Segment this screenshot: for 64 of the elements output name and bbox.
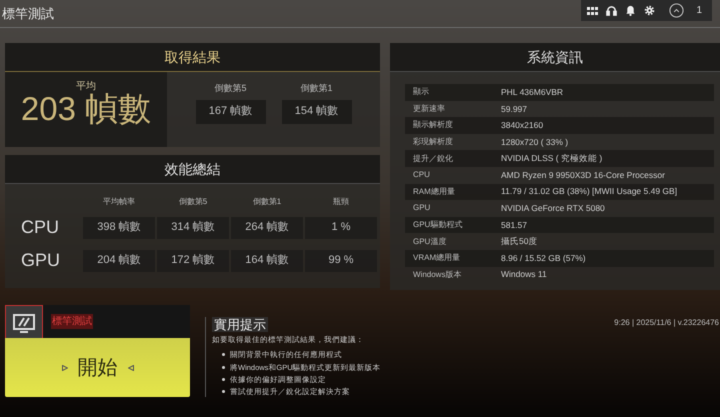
info-value: NVIDIA GeForce RTX 5080 [501,202,605,215]
average-label: 平均 [76,82,96,92]
info-value: 攝氏50度 [501,235,538,248]
table-cell: 172 幀數 [157,250,229,272]
notification-count: 1 [695,4,703,18]
info-value: 3840x2160 [501,119,544,132]
start-button[interactable]: 開始 [5,338,190,397]
panel-title: 效能總結 [164,160,220,178]
component-label: CPU [20,216,60,239]
average-fps: 203 幀數 [20,92,152,125]
table-cell: 314 幀數 [157,216,229,238]
bullet-icon [222,390,225,394]
table-cell: 164 幀數 [231,250,303,272]
info-label: RAM總用量 [412,186,456,198]
component-label: GPU [20,249,62,272]
info-label: CPU [412,169,431,182]
info-value: AMD Ryzen 9 9950X3D 16-Core Processor [501,168,665,182]
info-label: GPU溫度 [412,236,448,248]
table-cell: 99 % [305,250,377,272]
low-fps: 154 幀數 [282,100,352,124]
bell-icon[interactable] [625,5,636,16]
table-cell: 264 幀數 [231,216,303,238]
info-value: 59.997 [501,102,527,116]
info-value: NVIDIA DLSS ( 究極效能 ) [501,152,602,166]
tips-title: 實用提示 [212,317,268,332]
column-header: 倒數第1 [252,196,282,208]
info-label: Windows版本 [412,268,462,281]
info-value: PHL 436M6VBR [501,86,564,99]
info-value: 11.79 / 31.02 GB (38%) [MWII Usage 5.49 GB] [501,185,678,198]
page-title: 標竿測試 [1,5,54,23]
column-header: 瓶頸 [332,196,350,208]
info-value: 1280x720 ( 33% ) [501,136,568,148]
low-label: 倒數第5 [214,82,246,95]
info-label: 顯示 [412,86,430,98]
info-label: GPU [412,202,432,214]
info-label: 彩現解析度 [412,136,454,148]
table-cell: 398 幀數 [83,216,155,238]
triangle-right-icon [62,364,68,370]
info-label: GPU驅動程式 [412,219,464,232]
info-label: 提升／銳化 [412,152,454,165]
benchmark-label: 標竿測試 [51,314,93,329]
info-value: 8.96 / 15.52 GB (57%) [501,252,586,265]
column-header: 平均幀率 [102,196,136,208]
info-label: 顯示解析度 [412,119,454,132]
settings-icon[interactable] [644,5,656,16]
bullet-icon [222,378,225,381]
info-value: 581.57 [501,218,527,232]
headset-icon[interactable] [606,5,618,16]
info-label: VRAM總用量 [412,252,462,264]
info-value: Windows 11 [501,268,547,282]
info-label: 更新速率 [412,102,446,115]
low-label: 倒數第1 [300,82,332,95]
panel-title: 系統資訊 [527,48,583,66]
status-text: 9:26 | 2025/11/6 | v.23226476 [614,317,719,329]
panel-title: 取得結果 [164,48,220,66]
table-cell: 1 % [305,216,377,238]
column-header: 倒數第5 [178,196,208,208]
table-cell: 204 幀數 [83,250,155,272]
grid-icon[interactable] [587,6,598,14]
bullet-icon [222,353,225,356]
chevron-up-icon[interactable] [669,3,684,18]
triangle-left-icon [128,364,134,370]
low-fps: 167 幀數 [196,100,266,124]
bullet-icon [222,366,225,369]
